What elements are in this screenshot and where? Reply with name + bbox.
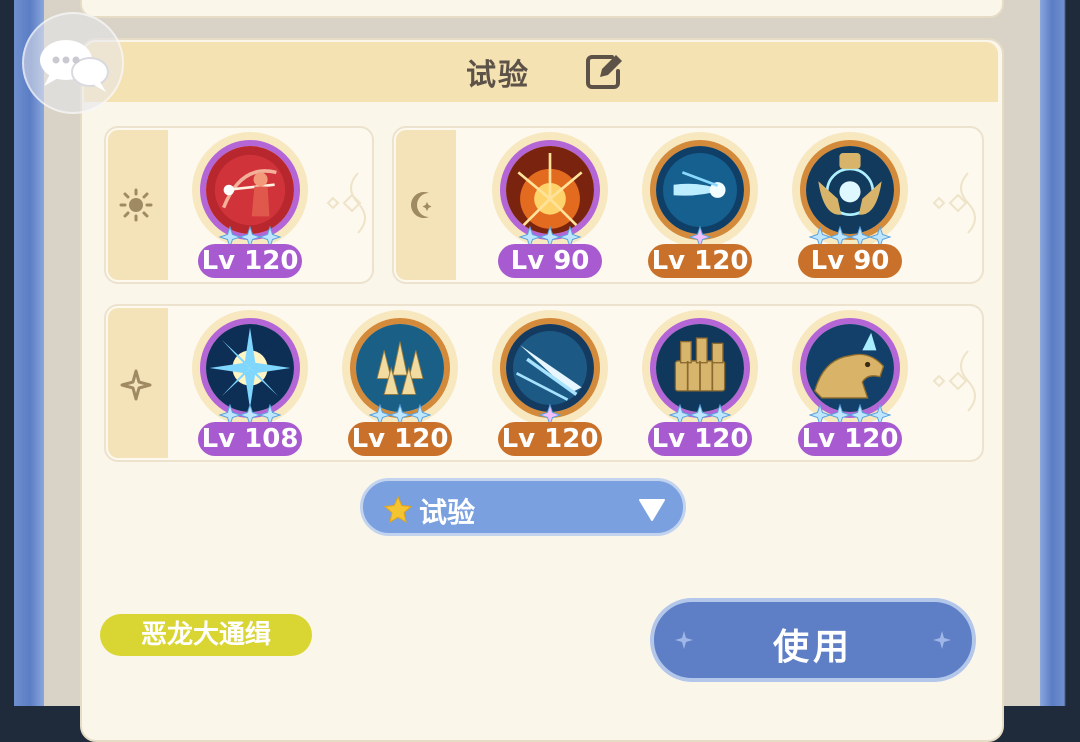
skill-icon — [200, 318, 300, 418]
sparkle-icon — [119, 368, 153, 402]
skill-level-badge: Lv 120 — [348, 422, 452, 456]
chat-bubbles-icon — [40, 40, 109, 92]
previous-card — [80, 0, 1004, 18]
use-button-label: 使用 — [772, 627, 853, 668]
star-icon — [383, 495, 413, 525]
skill-icon — [500, 318, 600, 418]
skill-slot-ice-comet[interactable]: Lv 120 — [640, 132, 760, 282]
panel-header — [84, 42, 998, 102]
skill-icon — [800, 318, 900, 418]
skill-icon — [500, 140, 600, 240]
sun-icon — [119, 188, 153, 222]
skill-icon — [650, 140, 750, 240]
skill-slot-ice-claw[interactable]: Lv 120 — [490, 310, 610, 460]
moon-icon — [407, 188, 441, 222]
skill-slot-ice-spikes[interactable]: Lv 120 — [340, 310, 460, 460]
skill-slot-gold-beast[interactable]: Lv 120 — [790, 310, 910, 460]
dropdown-label: 试验 — [419, 496, 476, 529]
skill-icon — [650, 318, 750, 418]
skill-slot-fire-burst[interactable]: Lv 90 — [490, 132, 610, 282]
skill-icon — [800, 140, 900, 240]
skill-level-badge: Lv 108 — [198, 422, 302, 456]
skill-level-badge: Lv 90 — [798, 244, 902, 278]
skill-icon — [200, 140, 300, 240]
ornament-icon — [932, 350, 976, 412]
skill-level-badge: Lv 120 — [198, 244, 302, 278]
skill-level-badge: Lv 120 — [798, 422, 902, 456]
event-tag: 恶龙大通缉 — [100, 614, 312, 656]
ornament-icon — [326, 172, 366, 234]
skill-slot-ice-burst[interactable]: Lv 108 — [190, 310, 310, 460]
sparkle-icon — [933, 631, 951, 649]
skill-slot-gold-blocks[interactable]: Lv 120 — [640, 310, 760, 460]
skill-level-badge: Lv 120 — [498, 422, 602, 456]
use-button[interactable]: 使用 — [650, 598, 976, 682]
skill-icon — [350, 318, 450, 418]
right-frame — [1040, 0, 1080, 706]
skill-level-badge: Lv 120 — [648, 422, 752, 456]
skill-slot-red-archer[interactable]: Lv 120 — [190, 132, 310, 282]
preset-dropdown[interactable]: 试验 — [360, 478, 686, 536]
skill-slot-gold-sigil[interactable]: Lv 90 — [790, 132, 910, 282]
skill-level-badge: Lv 120 — [648, 244, 752, 278]
skill-level-badge: Lv 90 — [498, 244, 602, 278]
edit-icon[interactable] — [584, 53, 624, 91]
chat-button[interactable] — [22, 12, 124, 114]
page-title: 试验 — [466, 58, 530, 93]
chevron-down-icon — [637, 497, 667, 523]
ornament-icon — [932, 172, 976, 234]
